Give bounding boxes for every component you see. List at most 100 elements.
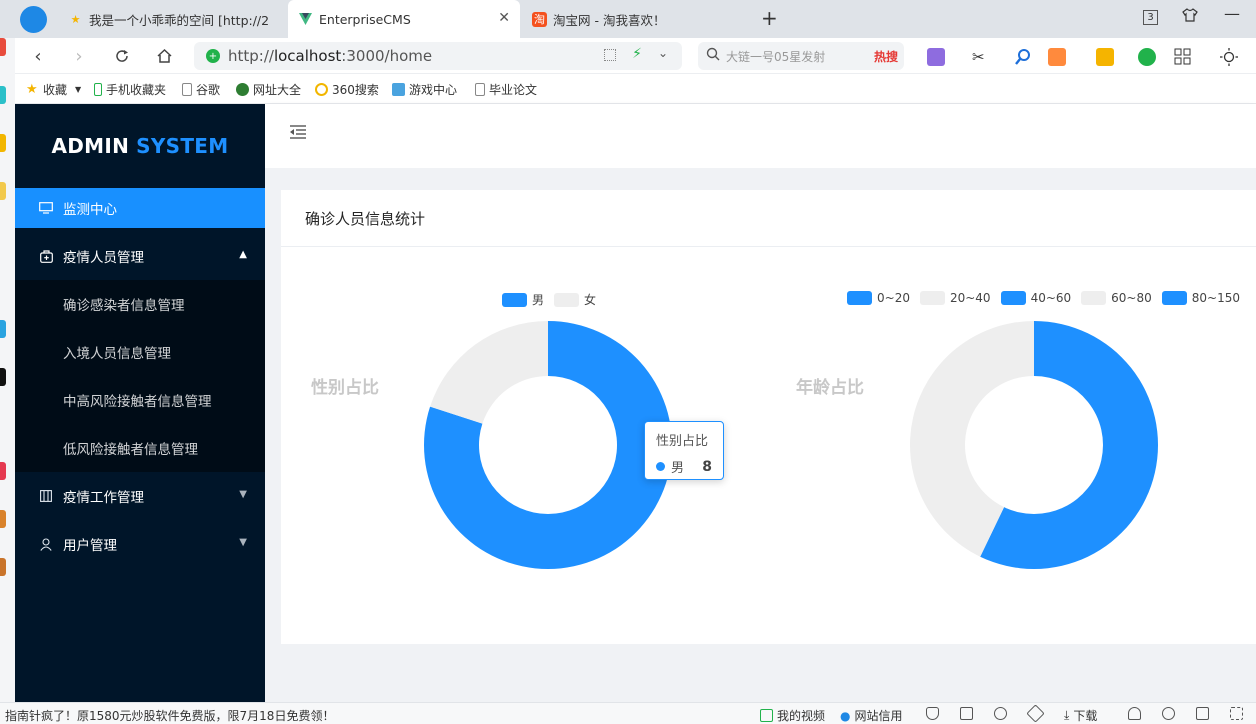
monitor-icon (39, 201, 53, 215)
download-button[interactable]: ⤓ 下载 (1064, 707, 1097, 724)
tab-taobao[interactable]: 淘 淘宝网 - 淘我喜欢！ (522, 0, 750, 38)
my-video-button[interactable]: 我的视频 (760, 707, 825, 724)
legend-item[interactable]: 0~20 (847, 291, 910, 305)
submenu-item-low-risk[interactable]: 低风险接触者信息管理 (15, 424, 265, 472)
submenu-item-label: 中高风险接触者信息管理 (63, 394, 212, 410)
tab-count-badge[interactable]: 3 (1143, 10, 1158, 25)
menu-item-users[interactable]: 用户管理 ▼ (15, 524, 265, 564)
navigation-compass-icon[interactable] (20, 6, 47, 33)
app-shortcut-icon[interactable] (0, 86, 6, 104)
bookmark-sites[interactable]: 网址大全 (236, 81, 301, 98)
rocket-icon[interactable] (1026, 704, 1046, 723)
phone-icon (94, 83, 102, 96)
submenu-item-high-risk[interactable]: 中高风险接触者信息管理 (15, 376, 265, 424)
donut-slice-女[interactable] (430, 321, 548, 424)
bookmark-games[interactable]: 游戏中心 (392, 81, 457, 98)
video-icon (760, 709, 773, 722)
bookmark-label: 谷歌 (196, 83, 221, 97)
window-icon[interactable] (1196, 707, 1213, 720)
brightness-icon[interactable] (1220, 48, 1238, 66)
browser-status-bar: 指南针疯了！原1580元炒股软件免费版，限7月18日免费领！ 我的视频 ● 网站信… (0, 702, 1256, 724)
status-ad-text[interactable]: 指南针疯了！原1580元炒股软件免费版，限7月18日免费领！ (5, 707, 334, 724)
legend-label: 0~20 (877, 291, 910, 305)
game-icon[interactable] (1048, 48, 1066, 66)
app-shortcut-icon[interactable] (0, 462, 6, 480)
scissors-icon[interactable]: ✂ (972, 48, 990, 66)
heart-icon (994, 707, 1007, 720)
back-icon[interactable]: ‹ (26, 44, 50, 68)
tooltip-value: 8 (702, 458, 712, 475)
bookmark-thesis[interactable]: 毕业论文 (475, 81, 537, 98)
menu-item-label: 疫情工作管理 (63, 490, 144, 506)
bookmark-favorites[interactable]: ★ 收藏 ▼ (26, 81, 81, 98)
site-credit-button[interactable]: ● 网站信用 (840, 707, 903, 724)
legend-item[interactable]: 80~150 (1161, 291, 1240, 305)
legend-item[interactable]: 男 (502, 291, 544, 308)
search-input[interactable]: 大链一号05星发射 热搜 (698, 42, 904, 70)
legend-item[interactable]: 60~80 (1081, 291, 1152, 305)
menu-item-monitor[interactable]: 监测中心 (15, 188, 265, 228)
app-shortcut-icon[interactable] (0, 320, 6, 338)
lightning-icon[interactable]: ⚡ (632, 46, 642, 62)
coupon-icon[interactable] (1096, 48, 1114, 66)
legend-swatch (554, 292, 580, 307)
menu-fold-icon[interactable] (289, 124, 309, 144)
new-tab-button[interactable]: + (761, 6, 778, 30)
shirt-skin-icon[interactable] (1182, 8, 1198, 26)
submenu-item-confirmed[interactable]: 确诊感染者信息管理 (15, 280, 265, 328)
app-shortcut-icon[interactable] (0, 368, 6, 386)
hot-search-badge[interactable]: 热搜 (874, 48, 898, 65)
divider (281, 246, 1256, 247)
forward-icon[interactable]: › (67, 44, 91, 68)
legend-item[interactable]: 20~40 (919, 291, 991, 305)
tab-label: 淘宝网 - 淘我喜欢！ (553, 12, 666, 28)
headset-icon[interactable] (1128, 707, 1145, 720)
magnifier-icon[interactable] (1014, 48, 1032, 66)
qr-code-icon[interactable] (604, 49, 616, 61)
browser-ie-icon[interactable] (1162, 707, 1179, 720)
chevron-down-icon[interactable]: ⌄ (658, 46, 668, 60)
bookmark-360search[interactable]: 360搜索 (315, 81, 379, 98)
logo-main-text: ADMIN (51, 134, 130, 158)
security-shield-icon[interactable] (926, 707, 943, 720)
tab-qzone[interactable]: ★ 我是一个小乖乖的空间 [http://2 (58, 0, 286, 38)
reload-icon[interactable] (110, 44, 134, 68)
app-shortcut-icon[interactable] (0, 558, 6, 576)
app-header (265, 104, 1256, 168)
apps-grid-icon[interactable] (1174, 48, 1192, 66)
bookmark-google[interactable]: 谷歌 (182, 81, 220, 98)
chevron-down-icon: ▼ (239, 537, 247, 548)
desktop-side-strip (0, 38, 15, 702)
close-tab-icon[interactable]: ✕ (498, 10, 510, 26)
legend-item[interactable]: 40~60 (1000, 291, 1071, 305)
url-field[interactable]: + http://localhost:3000/home ⚡ ⌄ (194, 42, 682, 70)
app-shortcut-icon[interactable] (0, 182, 6, 200)
sidebar: ADMIN SYSTEM 监测中心 疫情人员管理 ▲ 确诊感染者信息管理 入境人员… (15, 104, 265, 702)
page-icon (182, 83, 192, 96)
tab-enterprisecms[interactable]: EnterpriseCMS ✕ (288, 0, 520, 38)
status-download-label: 下载 (1073, 709, 1098, 723)
wechat-icon[interactable] (1138, 48, 1156, 66)
menu-item-personnel[interactable]: 疫情人员管理 ▲ (15, 236, 265, 276)
legend-item[interactable]: 女 (554, 291, 596, 308)
secure-shield-icon: + (206, 49, 220, 63)
app-shortcut-icon[interactable] (0, 38, 6, 56)
health-icon[interactable] (994, 707, 1011, 720)
legend-gender: 男女 (502, 291, 606, 308)
home-icon[interactable] (152, 44, 176, 68)
submenu-item-entry[interactable]: 入境人员信息管理 (15, 328, 265, 376)
bookmark-label: 毕业论文 (489, 83, 538, 97)
url-path: :3000/home (341, 47, 433, 65)
app-shortcut-icon[interactable] (0, 134, 6, 152)
user-icon (39, 537, 53, 551)
bookmark-mobile[interactable]: 手机收藏夹 (94, 81, 166, 98)
image-icon[interactable] (960, 707, 977, 720)
audio-icon (1128, 707, 1141, 720)
submenu-personnel: 确诊感染者信息管理 入境人员信息管理 中高风险接触者信息管理 低风险接触者信息管… (15, 280, 265, 472)
fullscreen-icon[interactable] (1230, 707, 1247, 720)
app-shortcut-icon[interactable] (0, 510, 6, 528)
bookmark-label: 网址大全 (253, 83, 302, 97)
minimize-button[interactable]: — (1224, 4, 1240, 23)
menu-item-work[interactable]: 疫情工作管理 ▼ (15, 476, 265, 516)
translate-icon[interactable] (927, 48, 945, 66)
